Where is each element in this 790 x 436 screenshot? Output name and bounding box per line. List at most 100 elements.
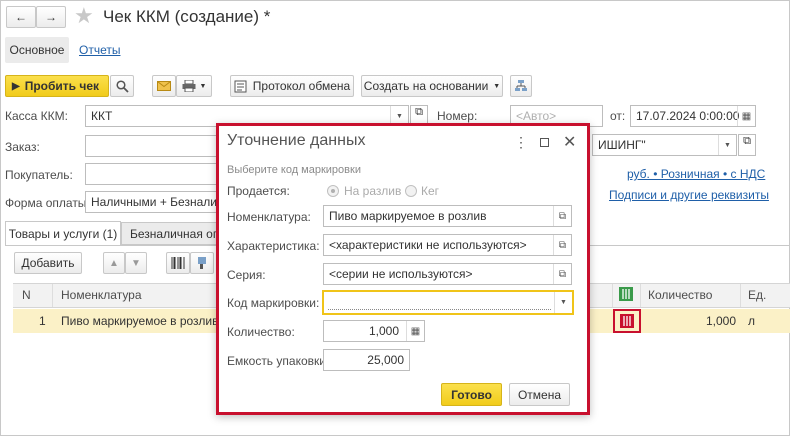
marking-column-icon (619, 287, 633, 304)
structure-icon (515, 80, 527, 91)
open-icon[interactable]: ⧉ (553, 264, 571, 284)
forward-button[interactable]: → (36, 6, 66, 28)
calculator-icon[interactable]: ▦ (406, 321, 424, 341)
col-unit-header: Ед. (748, 288, 767, 302)
marking-code-underline (328, 309, 551, 310)
more-icon[interactable]: ⋮ (514, 134, 528, 151)
exchange-log-button[interactable]: Протокол обмена (230, 75, 354, 97)
punch-check-label: Пробить чек (24, 79, 100, 93)
chevron-down-icon[interactable]: ▼ (554, 292, 572, 313)
buyer-field[interactable] (85, 163, 225, 185)
barcode-icon (171, 257, 185, 269)
cancel-label: Отмена (517, 387, 562, 402)
dialog-title: Уточнение данных (227, 132, 366, 149)
marking-code-field[interactable]: ▼ (322, 290, 574, 315)
punch-check-button[interactable]: ▶ Пробить чек (5, 75, 109, 97)
characteristic-value: <характеристики не используются> (329, 238, 527, 252)
quantity-value: 1,000 (368, 324, 399, 338)
payment-label: Форма оплаты: (5, 196, 90, 210)
dialog-subtitle: Выберите код маркировки (227, 164, 361, 176)
window-title: Чек ККМ (создание) * (103, 7, 271, 26)
chevron-down-icon: ▼ (718, 135, 736, 155)
series-label: Серия: (227, 268, 266, 282)
exchange-icon (234, 80, 247, 92)
cancel-button[interactable]: Отмена (509, 383, 570, 406)
search-icon (115, 79, 129, 93)
print-button[interactable]: ▼ (176, 75, 212, 97)
pack-capacity-label: Емкость упаковки: (227, 354, 330, 368)
organization-value: ИШИНГ" (598, 138, 646, 152)
nomenclature-value: Пиво маркируемое в розлив (329, 209, 487, 223)
calendar-icon[interactable]: ▦ (737, 106, 755, 126)
add-row-label: Добавить (21, 256, 75, 270)
marking-code-label: Код маркировки: (227, 296, 320, 310)
date-label: от: (610, 109, 626, 123)
date-value: 17.07.2024 0:00:00 (636, 109, 740, 123)
row-number: 1 (39, 314, 46, 328)
mail-button[interactable] (152, 75, 176, 97)
tab-goods[interactable]: Товары и услуги (1) (5, 221, 121, 245)
row-marking-highlight[interactable] (613, 309, 641, 333)
quantity-label: Количество: (227, 325, 295, 339)
star-icon[interactable]: ★ (74, 3, 94, 29)
close-icon[interactable]: ✕ (563, 132, 576, 152)
move-up-button[interactable]: ▲ (103, 252, 125, 274)
organization-open-button[interactable]: ⧉ (738, 134, 756, 156)
row-quantity: 1,000 (706, 314, 737, 328)
arrow-up-icon: ▲ (109, 257, 119, 269)
characteristic-field[interactable]: <характеристики не используются> ⧉ (323, 234, 572, 256)
payment-field[interactable]: Наличными + Безналичн (85, 191, 225, 213)
number-label: Номер: (437, 109, 478, 123)
col-n-header: N (22, 288, 31, 302)
create-based-button[interactable]: Создать на основании ▼ (361, 75, 503, 97)
series-field[interactable]: <серии не используются> ⧉ (323, 263, 572, 285)
row-nomenclature: Пиво маркируемое в розлив (61, 314, 219, 328)
radio-keg[interactable] (405, 185, 417, 197)
move-down-button[interactable]: ▼ (125, 252, 147, 274)
marking-icon (620, 314, 634, 328)
arrow-right-icon: → (45, 10, 57, 24)
arrow-left-icon: ← (15, 10, 27, 24)
buyer-label: Покупатель: (5, 168, 73, 182)
radio-keg-label: Кег (421, 184, 440, 198)
printer-icon (182, 80, 196, 92)
structure-button[interactable] (510, 75, 532, 97)
arrow-right-icon: ▶ (12, 80, 20, 92)
col-nomenclature-header: Номенклатура (61, 288, 142, 302)
chevron-down-icon: ▼ (199, 82, 207, 90)
tab-goods-label: Товары и услуги (1) (8, 226, 118, 241)
tab-main[interactable]: Основное (5, 37, 69, 63)
pack-capacity-value: 25,000 (367, 353, 404, 367)
nomenclature-field[interactable]: Пиво маркируемое в розлив ⧉ (323, 205, 572, 227)
done-button[interactable]: Готово (441, 383, 502, 406)
date-field[interactable]: 17.07.2024 0:00:00 ▦ (630, 105, 756, 127)
quantity-field[interactable]: 1,000 ▦ (323, 320, 425, 342)
row-unit: л (748, 314, 756, 328)
kassa-label: Касса ККМ: (5, 109, 68, 123)
scanner-button[interactable] (190, 252, 214, 274)
series-value: <серии не используются> (329, 267, 473, 281)
price-type-link[interactable]: руб. • Розничная • с НДС (627, 167, 765, 181)
maximize-icon[interactable] (540, 138, 549, 147)
organization-field[interactable]: ИШИНГ" ▼ (592, 134, 737, 156)
radio-draft-label: На разлив (344, 184, 402, 198)
barcode-button[interactable] (166, 252, 190, 274)
tab-cashless[interactable]: Безналичная опл (121, 222, 221, 245)
col-divider (640, 284, 641, 307)
exchange-log-label: Протокол обмена (252, 79, 351, 93)
col-divider (52, 284, 53, 307)
search-button[interactable] (110, 75, 134, 97)
characteristic-label: Характеристика: (227, 239, 320, 253)
kassa-value: ККТ (91, 109, 113, 123)
sold-label: Продается: (227, 184, 290, 198)
add-row-button[interactable]: Добавить (14, 252, 82, 274)
arrow-down-icon: ▼ (131, 257, 141, 269)
tab-reports[interactable]: Отчеты (79, 43, 120, 57)
order-label: Заказ: (5, 140, 40, 154)
order-field[interactable] (85, 135, 225, 157)
signatures-link[interactable]: Подписи и другие реквизиты (609, 188, 769, 202)
open-icon[interactable]: ⧉ (553, 206, 571, 226)
open-icon[interactable]: ⧉ (553, 235, 571, 255)
pack-capacity-field[interactable]: 25,000 (323, 349, 410, 371)
back-button[interactable]: ← (6, 6, 36, 28)
